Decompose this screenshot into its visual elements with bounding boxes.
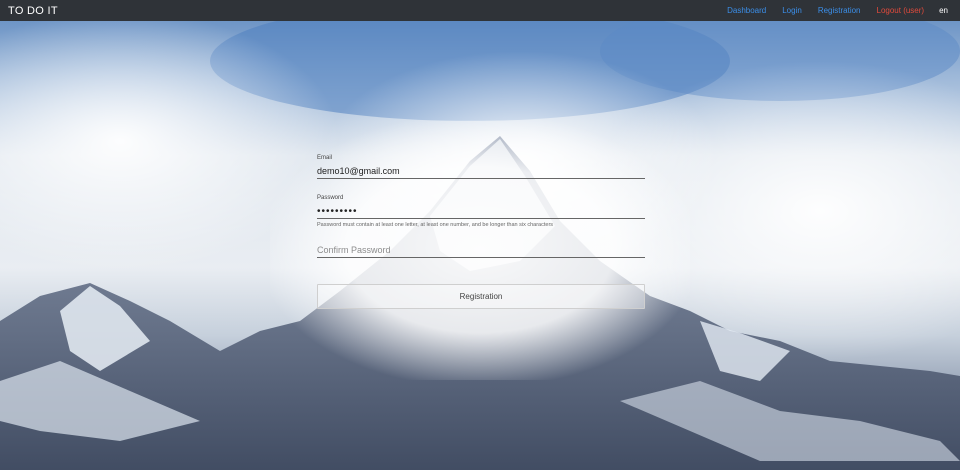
password-label: Password bbox=[317, 195, 344, 201]
confirm-password-input[interactable] bbox=[317, 243, 645, 258]
password-input[interactable] bbox=[317, 205, 645, 219]
nav-dashboard-link[interactable]: Dashboard bbox=[727, 6, 766, 15]
nav-registration-link[interactable]: Registration bbox=[818, 6, 861, 15]
language-selector[interactable]: en bbox=[939, 6, 948, 15]
email-label: Email bbox=[317, 155, 333, 161]
app-title[interactable]: TO DO IT bbox=[8, 5, 58, 17]
top-navbar: TO DO IT Dashboard Login Registration Lo… bbox=[0, 0, 960, 21]
nav-login-link[interactable]: Login bbox=[782, 6, 802, 15]
email-input[interactable] bbox=[317, 164, 645, 179]
nav-links: Dashboard Login Registration Logout (use… bbox=[711, 6, 952, 15]
nav-logout-link[interactable]: Logout (user) bbox=[877, 6, 925, 15]
password-hint: Password must contain at least one lette… bbox=[317, 222, 554, 228]
registration-button[interactable]: Registration bbox=[317, 284, 645, 309]
registration-form: Email Password Password must contain at … bbox=[317, 155, 645, 309]
